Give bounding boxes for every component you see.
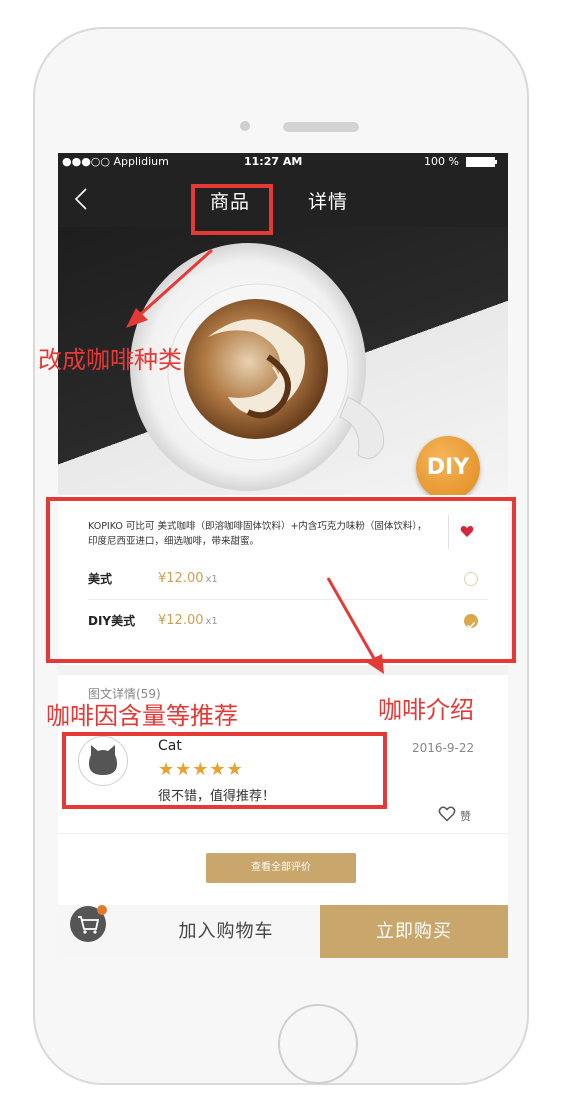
battery-label: 100 % [424, 155, 459, 168]
clock: 11:27 AM [244, 155, 303, 168]
annotation-box-tab [191, 184, 273, 235]
phone-camera [240, 121, 250, 131]
cart-button[interactable] [68, 900, 112, 944]
status-bar: ●●●○○ Applidium 11:27 AM 100 % [58, 153, 508, 171]
view-all-reviews-button[interactable]: 查看全部评价 [206, 853, 356, 883]
phone-speaker [283, 122, 359, 132]
add-to-cart-button[interactable]: 加入购物车 [133, 905, 319, 958]
annotation-intro-note: 咖啡介绍 [378, 696, 474, 724]
tab-details[interactable]: 详情 [308, 187, 348, 214]
buy-now-button[interactable]: 立即购买 [320, 905, 508, 958]
like-button[interactable]: 赞 [438, 805, 488, 825]
section-gap [58, 665, 508, 675]
like-label: 赞 [460, 810, 471, 823]
annotation-box-product [46, 497, 516, 663]
battery-icon [466, 157, 497, 167]
diy-badge[interactable]: DIY [416, 436, 480, 500]
heart-outline-icon [438, 806, 456, 822]
nav-bar: 商品 详情 [58, 171, 508, 227]
home-button[interactable] [278, 1004, 358, 1084]
annotation-tab-note: 改成咖啡种类 [38, 346, 182, 374]
shopping-cart-icon [70, 905, 107, 942]
annotation-review-note: 咖啡因含量等推荐 [46, 702, 238, 730]
carrier-label: ●●●○○ Applidium [62, 155, 169, 168]
review-date: 2016-9-22 [412, 741, 475, 755]
annotation-box-review [62, 732, 387, 809]
divider [58, 833, 508, 834]
bottom-action-bar: 加入购物车 立即购买 [58, 905, 508, 958]
back-icon[interactable] [68, 185, 96, 213]
